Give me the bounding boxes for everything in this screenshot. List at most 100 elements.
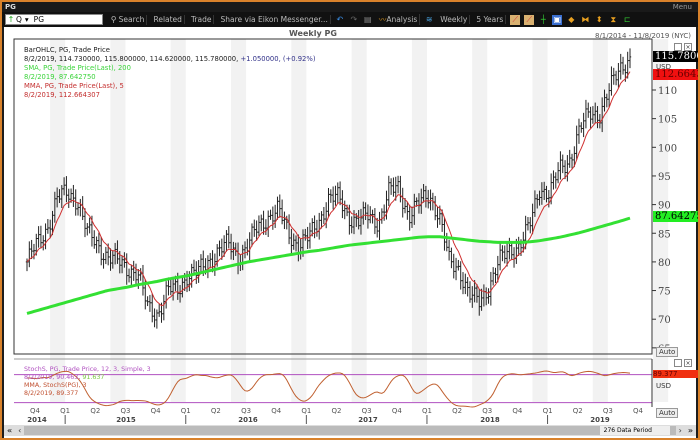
quarter-label: Q3 [362, 407, 372, 415]
legend-line: MMA, PG, Trade Price(Last), 5 [24, 82, 316, 91]
redo-icon[interactable]: ↷ [349, 15, 359, 25]
quarter-label: Q4 [392, 407, 403, 415]
y-tick-label: 90 [658, 201, 671, 212]
fit-vertical-icon[interactable]: ⧗ [608, 15, 618, 25]
year-label: 2014 [27, 416, 47, 424]
quarter-label: Q2 [573, 407, 583, 415]
legend-text: 8/2/2019, 87.642750 [24, 73, 96, 81]
crosshair-icon[interactable]: ┼ [538, 15, 548, 25]
analysis-menu[interactable]: 〰Analysis [377, 14, 421, 25]
stoch-legend: StochS, PG, Trade Price, 12, 3, Simple, … [24, 366, 151, 398]
quarter-label: Q3 [603, 407, 613, 415]
legend-text: BarOHLC, PG, Trade Price [24, 46, 110, 54]
fit-horizontal-icon[interactable]: ⧓ [580, 15, 590, 25]
scroll-last-icon[interactable]: » [685, 426, 696, 435]
year-label: 2019 [590, 416, 610, 424]
legend-change: 91.637 [82, 374, 105, 381]
quarter-label: Q3 [120, 407, 130, 415]
year-label: 2015 [116, 416, 136, 424]
scroll-first-icon[interactable]: « [4, 426, 15, 435]
related-menu[interactable]: Related [151, 15, 185, 24]
app-window: PG Menu ↑ Q ▾ PG ⚲ Search Related Trade Sha… [0, 0, 700, 440]
year-label: 2018 [480, 416, 500, 424]
title-bar: PG Menu [2, 2, 698, 12]
legend-line: MMA, StochS(PG), 3 [24, 382, 151, 390]
sma-label: 87.64275 [653, 211, 698, 222]
legend-line: 8/2/2019, 90.463, 91.637 [24, 374, 151, 382]
search-icon: ⚲ [110, 14, 117, 24]
year-label: 2016 [238, 416, 258, 424]
y-tick-label: 110 [658, 86, 677, 97]
symbol-input[interactable]: PG [32, 15, 102, 24]
quarter-label: Q2 [211, 407, 221, 415]
trade-menu[interactable]: Trade [189, 15, 215, 24]
zoom-vertical-icon[interactable]: ⬍ [594, 15, 604, 25]
legend-line: BarOHLC, PG, Trade Price [24, 46, 316, 55]
quarter-label: Q4 [271, 407, 282, 415]
date-range: 8/1/2014 - 11/8/2019 (NYC) [594, 32, 691, 40]
chart-title: Weekly PG [289, 29, 337, 38]
chart-line-icon[interactable]: ⟋ [510, 14, 521, 25]
legend-line: 8/2/2019, 87.642750 [24, 73, 316, 82]
quarter-label: Q3 [241, 407, 251, 415]
scroll-next-icon[interactable]: › [676, 426, 685, 435]
legend-text: MMA, StochS(PG), 3 [24, 382, 87, 389]
scroll-track[interactable]: 276 Data Period [24, 426, 676, 435]
stoch-value-label: 89.377 [653, 370, 698, 378]
quarter-label: Q1 [301, 407, 311, 415]
frame-icon[interactable]: ▣ [552, 14, 563, 25]
quarter-label: Q1 [181, 407, 191, 415]
scrollbar[interactable]: « ‹ 276 Data Period › » [4, 425, 696, 436]
quarter-label: Q4 [633, 407, 644, 415]
restore-icon[interactable] [674, 43, 682, 51]
export-icon[interactable]: ⊏ [622, 15, 632, 25]
legend-line: 8/2/2019, 112.664307 [24, 91, 316, 100]
quarter-label: Q2 [90, 407, 100, 415]
mma-label: 112.6643 [653, 69, 698, 80]
stoch-close-icon[interactable]: × [684, 359, 692, 367]
y-tick-label: 80 [658, 258, 671, 269]
menu-button[interactable]: Menu [673, 2, 692, 12]
toolbar: ↑ Q ▾ PG ⚲ Search Related Trade Share via … [2, 12, 698, 27]
y-tick-label: 95 [658, 172, 671, 183]
last-price-label: 115.7800 [653, 51, 698, 62]
quarter-label: Q1 [60, 407, 70, 415]
quarter-label: Q3 [482, 407, 492, 415]
analysis-label: Analysis [386, 15, 418, 24]
chevron-down-icon: ▾ [24, 15, 29, 24]
share-button[interactable]: Share via Eikon Messenger... [218, 15, 331, 24]
quarter-label: Q2 [332, 407, 342, 415]
quarter-label: Q1 [422, 407, 432, 415]
legend-text: StochS, PG, Trade Price, 12, 3, Simple, … [24, 366, 151, 373]
quarter-label: Q2 [452, 407, 462, 415]
stoch-auto-button[interactable]: Auto [656, 408, 679, 418]
undo-icon[interactable]: ↶ [335, 15, 345, 25]
symbol-box[interactable]: ↑ Q ▾ PG [5, 14, 103, 25]
close-icon[interactable]: × [684, 43, 692, 51]
legend-text: 8/2/2019, 89.377 [24, 390, 79, 397]
legend-line: SMA, PG, Trade Price(Last), 200 [24, 64, 316, 73]
chart-area: 11010510095908580757065Q4Q1Q2Q3Q4Q1Q2Q3Q… [4, 27, 698, 438]
search-button[interactable]: ⚲ Search [107, 14, 148, 25]
legend-line: 8/2/2019, 89.377 [24, 390, 151, 398]
auto-scale-button[interactable]: Auto [656, 347, 679, 357]
search-label: Search [118, 14, 145, 24]
zoom-horizontal-icon[interactable]: ◆ [566, 15, 576, 25]
wave-icon[interactable]: ≋ [424, 15, 434, 25]
legend-line: StochS, PG, Trade Price, 12, 3, Simple, … [24, 366, 151, 374]
legend-text: SMA, PG, Trade Price(Last), 200 [24, 64, 131, 72]
data-period-label: 276 Data Period [599, 426, 670, 435]
range-dropdown[interactable]: 5 Years [474, 15, 507, 24]
stoch-restore-icon[interactable] [674, 359, 682, 367]
y-tick-label: 70 [658, 315, 671, 326]
quarter-label: Q4 [151, 407, 162, 415]
up-arrow-icon: ↑ [7, 14, 15, 24]
legend-text: 8/2/2019, 90.463, [24, 374, 83, 381]
quarter-band [532, 39, 548, 402]
chart-compare-icon[interactable]: ⟋ [524, 14, 535, 25]
interval-dropdown[interactable]: Weekly [438, 15, 471, 24]
scroll-prev-icon[interactable]: ‹ [15, 426, 24, 435]
quarter-label: Q1 [543, 407, 553, 415]
folder-icon[interactable]: ▤ [363, 15, 373, 25]
window-title: PG [5, 3, 16, 11]
